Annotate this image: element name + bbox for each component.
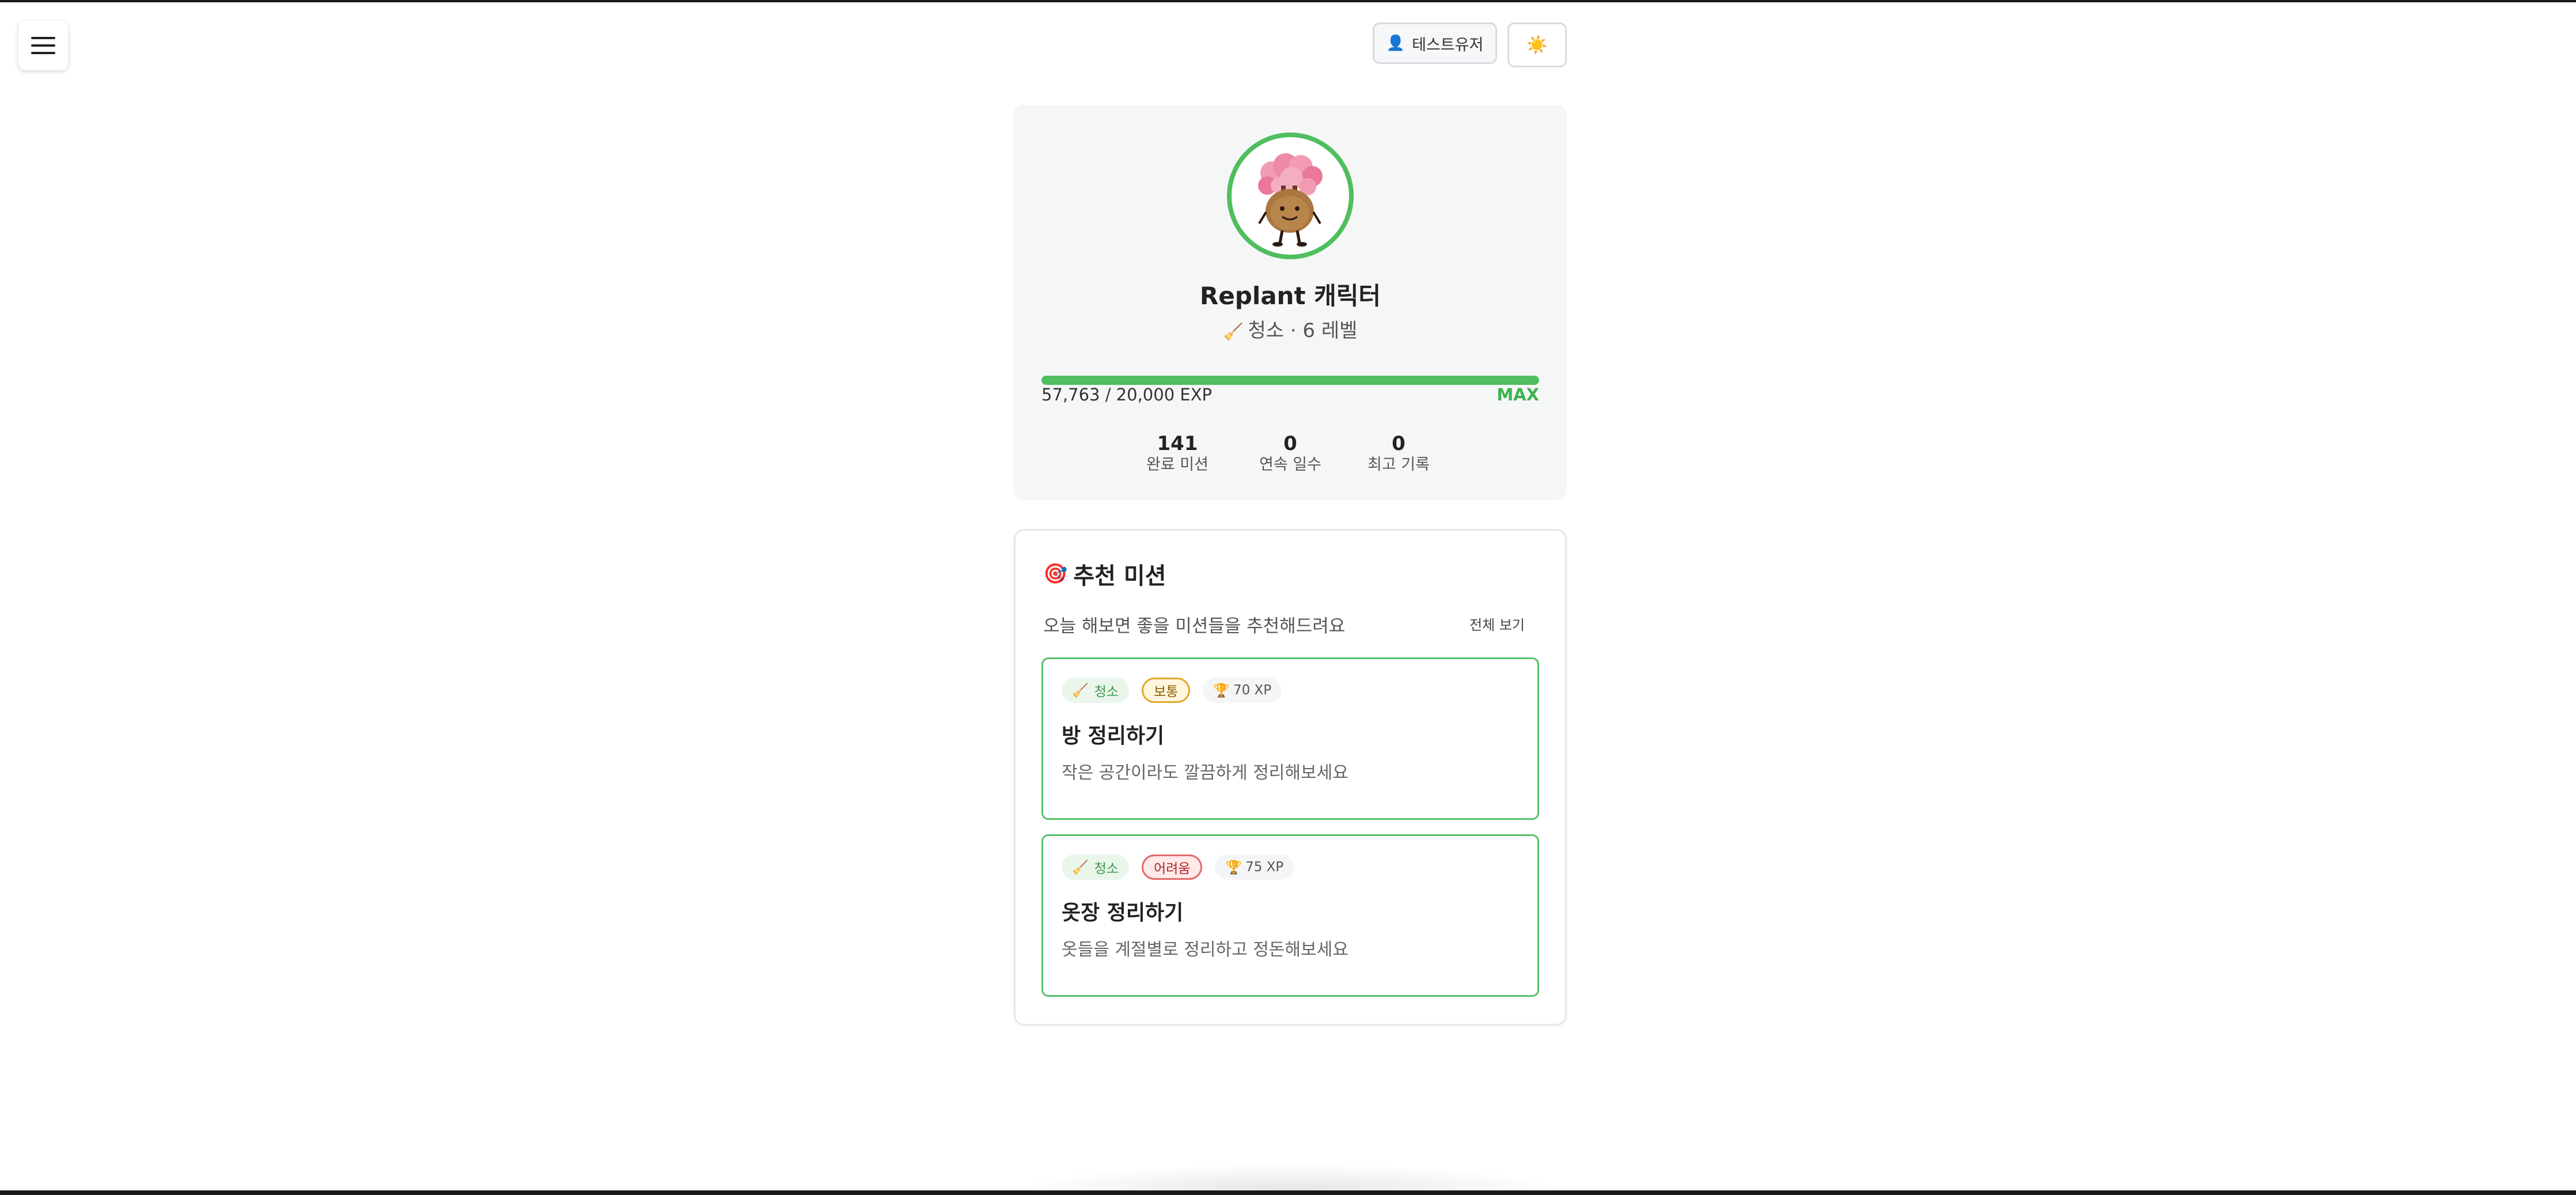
character-category-level: 🧹 청소 · 6 레벨 <box>1014 315 1567 343</box>
menu-button[interactable] <box>18 21 68 70</box>
user-profile-button[interactable]: 👤 테스트유저 <box>1373 22 1497 64</box>
trophy-icon: 🏆 <box>1213 683 1230 698</box>
stat-label: 연속 일수 <box>1259 456 1321 474</box>
xp-tag: 🏆 70 XP <box>1203 678 1282 703</box>
target-icon: 🎯 <box>1043 562 1068 585</box>
trophy-icon: 🏆 <box>1225 860 1242 875</box>
mission-card-room[interactable]: 🧹 청소 보통 🏆 70 XP 방 정리하기 작은 공간이라도 깔끔하게 정리해보세… <box>1041 657 1539 820</box>
character-avatar <box>1227 133 1354 259</box>
category-tag: 🧹 청소 <box>1062 678 1129 703</box>
stat-streak-days: 0 연속 일수 <box>1233 432 1348 475</box>
view-all-link[interactable]: 전체 보기 <box>1469 614 1525 634</box>
xp-tag: 🏆 75 XP <box>1215 854 1294 880</box>
category-tag-label: 청소 <box>1094 685 1119 699</box>
broom-icon: 🧹 <box>1223 322 1244 341</box>
stat-completed-missions: 141 완료 미션 <box>1120 432 1235 475</box>
mission-title: 옷장 정리하기 <box>1062 901 1184 925</box>
sun-icon: ☀️ <box>1526 35 1548 55</box>
window-bottom-border <box>0 1190 2576 1195</box>
recommended-missions-card: 🎯 추천 미션 오늘 해보면 좋을 미션들을 추천해드려요 전체 보기 🧹 청소 … <box>1014 529 1567 1026</box>
stat-value: 141 <box>1157 432 1198 455</box>
mission-tags: 🧹 청소 어려움 🏆 75 XP <box>1062 854 1294 880</box>
character-illustration <box>1258 153 1323 247</box>
difficulty-tag: 보통 <box>1141 678 1191 703</box>
theme-toggle-button[interactable]: ☀️ <box>1507 22 1567 67</box>
difficulty-tag: 어려움 <box>1141 854 1203 880</box>
mission-card-closet[interactable]: 🧹 청소 어려움 🏆 75 XP 옷장 정리하기 옷들을 계절별로 정리하고 정돈해… <box>1041 834 1539 997</box>
user-name: 테스트유저 <box>1412 36 1484 54</box>
mission-description: 옷들을 계절별로 정리하고 정돈해보세요 <box>1062 940 1348 960</box>
stat-value: 0 <box>1392 432 1406 455</box>
exp-progress-bar <box>1041 376 1539 385</box>
hamburger-menu-icon <box>31 37 55 54</box>
mission-title: 방 정리하기 <box>1062 724 1165 748</box>
window-top-border <box>0 0 2576 2</box>
character-name: Replant 캐릭터 <box>1199 282 1381 310</box>
user-icon: 👤 <box>1386 35 1406 52</box>
broom-icon: 🧹 <box>1072 860 1089 875</box>
missions-title-text: 추천 미션 <box>1073 563 1166 589</box>
category-tag: 🧹 청소 <box>1062 854 1129 880</box>
exp-text: 57,763 / 20,000 EXP <box>1041 385 1213 404</box>
exp-progress-fill <box>1041 376 1539 385</box>
max-label: MAX <box>1497 385 1539 404</box>
category-level-text: 청소 · 6 레벨 <box>1248 319 1358 342</box>
stat-best-record: 0 최고 기록 <box>1341 432 1456 475</box>
broom-icon: 🧹 <box>1072 683 1089 698</box>
bottom-nav-shadow <box>1014 1164 1567 1190</box>
character-profile-card: Replant 캐릭터 🧹 청소 · 6 레벨 57,763 / 20,000 E… <box>1014 105 1567 500</box>
mission-description: 작은 공간이라도 깔끔하게 정리해보세요 <box>1062 763 1348 783</box>
category-tag-label: 청소 <box>1094 861 1119 876</box>
missions-title: 🎯 추천 미션 <box>1043 557 1166 591</box>
stat-value: 0 <box>1283 432 1297 455</box>
xp-tag-label: 70 XP <box>1233 683 1272 698</box>
xp-tag-label: 75 XP <box>1245 860 1284 875</box>
missions-subtitle: 오늘 해보면 좋을 미션들을 추천해드려요 <box>1043 616 1346 637</box>
stat-label: 완료 미션 <box>1146 456 1209 474</box>
stat-label: 최고 기록 <box>1367 456 1430 474</box>
mission-tags: 🧹 청소 보통 🏆 70 XP <box>1062 678 1282 703</box>
stats-row: 141 완료 미션 0 연속 일수 0 최고 기록 <box>1014 432 1567 478</box>
